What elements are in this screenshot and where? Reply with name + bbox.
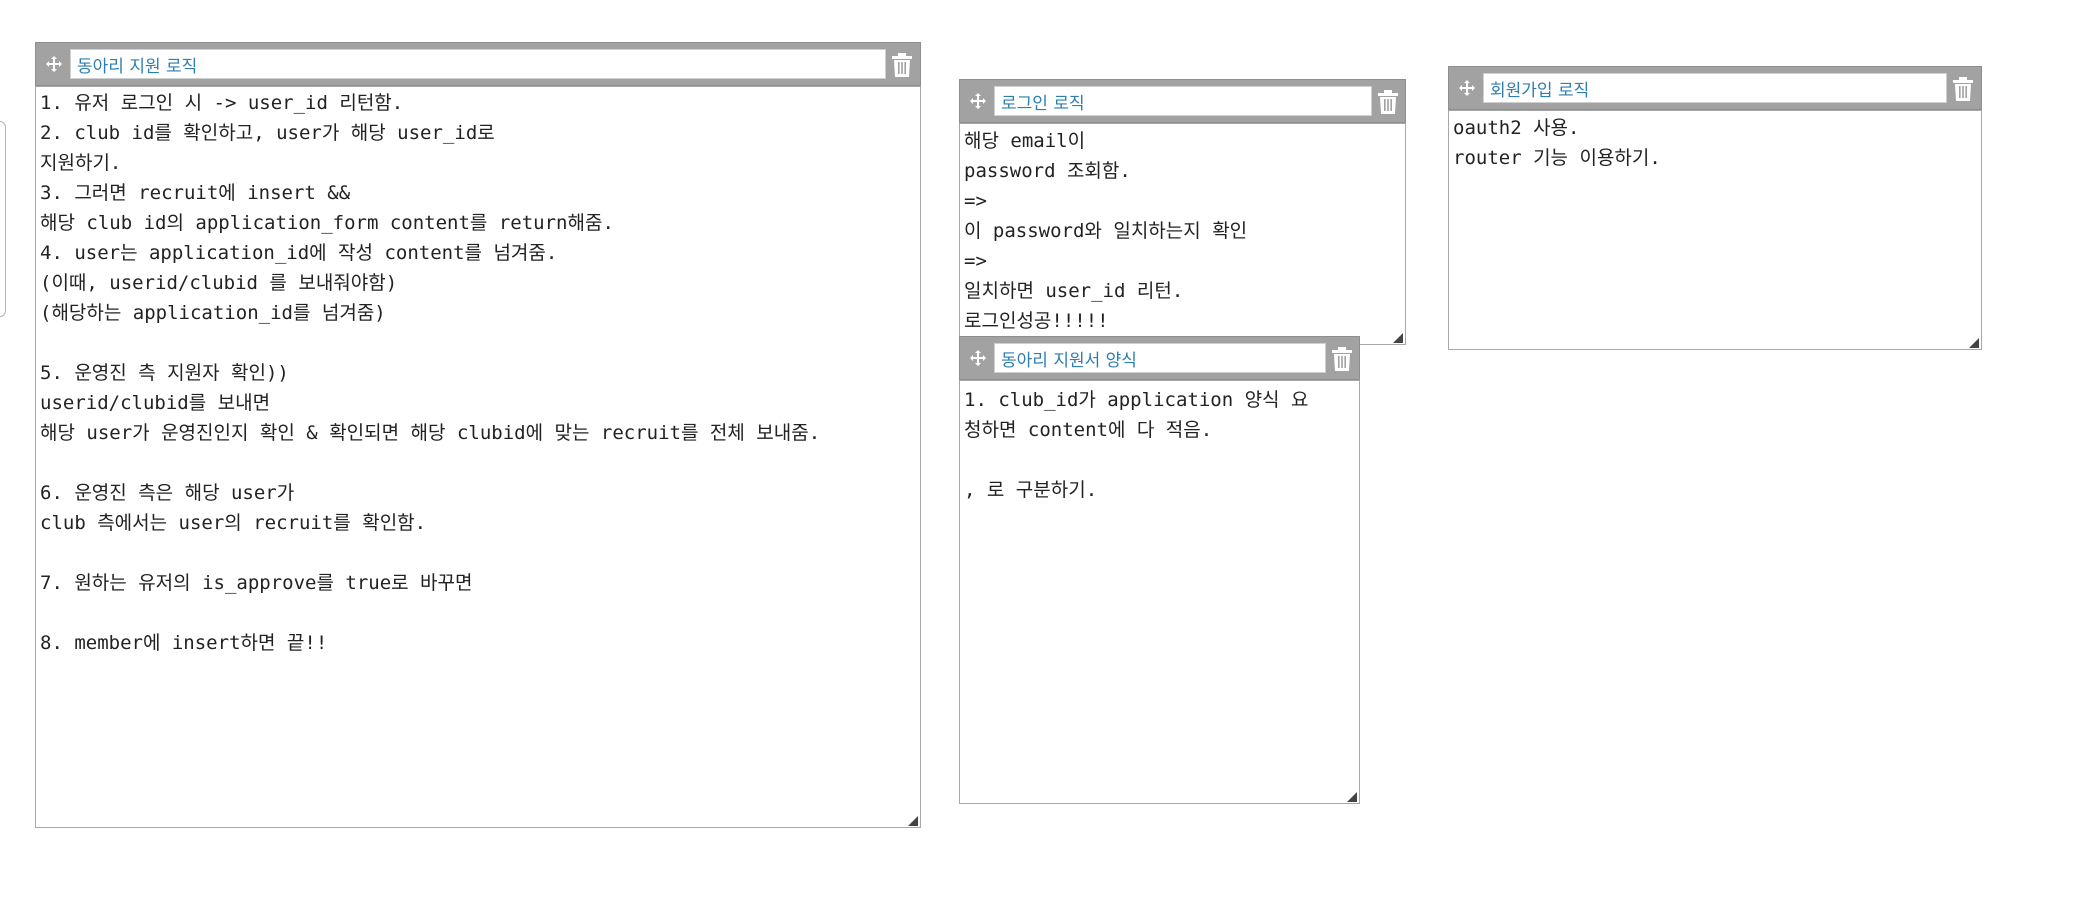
memo-title-input[interactable] [994, 86, 1372, 116]
trash-icon[interactable] [1328, 344, 1356, 374]
memo-signup-logic: oauth2 사용. router 기능 이용하기. [1448, 66, 1982, 350]
memo-header [959, 336, 1360, 380]
memo-title-input[interactable] [1483, 73, 1947, 103]
side-panel-tab[interactable] [0, 121, 6, 317]
move-arrows-icon[interactable] [964, 343, 992, 373]
move-arrows-icon[interactable] [1453, 73, 1481, 103]
move-arrows-icon[interactable] [964, 86, 992, 116]
trash-icon[interactable] [1949, 74, 1977, 104]
memo-header [959, 79, 1406, 123]
trash-icon[interactable] [1374, 87, 1402, 117]
memo-login-logic: 해당 email이 password 조회함. => 이 password와 일… [959, 79, 1406, 345]
resize-grip-icon[interactable] [905, 812, 919, 826]
memo-body-textarea[interactable]: oauth2 사용. router 기능 이용하기. [1448, 110, 1982, 350]
memo-body-textarea[interactable]: 1. club_id가 application 양식 요 청하면 content… [959, 380, 1360, 804]
resize-grip-icon[interactable] [1344, 788, 1358, 802]
resize-grip-icon[interactable] [1390, 329, 1404, 343]
trash-icon[interactable] [888, 50, 916, 80]
memo-title-input[interactable] [70, 49, 886, 79]
move-arrows-icon[interactable] [40, 49, 68, 79]
resize-grip-icon[interactable] [1966, 334, 1980, 348]
memo-club-application-form: 1. club_id가 application 양식 요 청하면 content… [959, 336, 1360, 804]
memo-header [1448, 66, 1982, 110]
memo-club-application-logic: 1. 유저 로그인 시 -> user_id 리턴함. 2. club id를 … [35, 42, 921, 828]
memo-body-textarea[interactable]: 1. 유저 로그인 시 -> user_id 리턴함. 2. club id를 … [35, 86, 921, 828]
memo-body-textarea[interactable]: 해당 email이 password 조회함. => 이 password와 일… [959, 123, 1406, 345]
memo-title-input[interactable] [994, 343, 1326, 373]
memo-header [35, 42, 921, 86]
